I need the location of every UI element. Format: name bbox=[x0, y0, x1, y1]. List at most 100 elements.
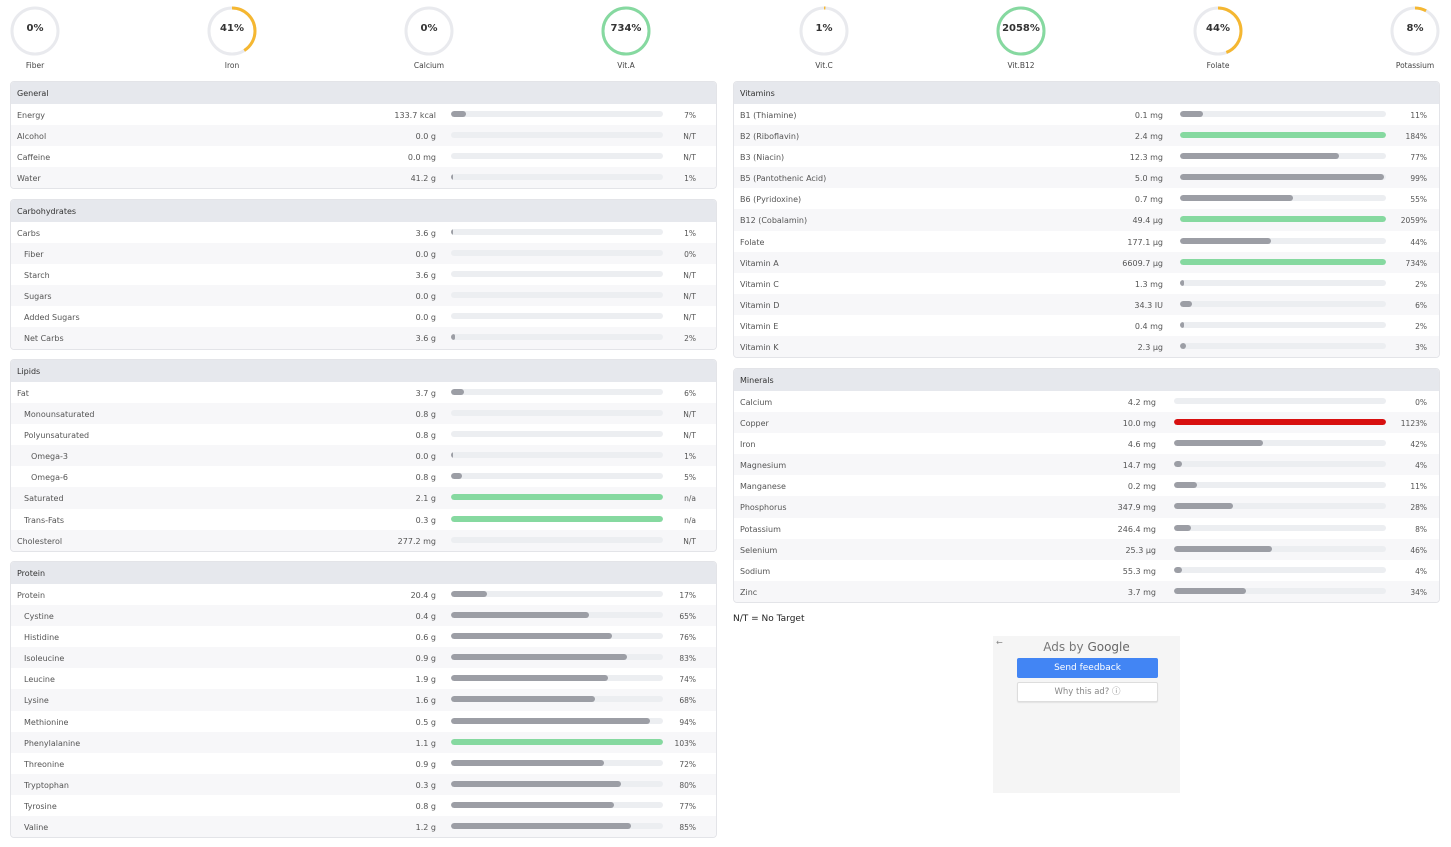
nutrient-row[interactable]: Caffeine 0.0 mg N/T bbox=[11, 146, 716, 167]
nutrient-row[interactable]: Phosphorus 347.9 mg 28% bbox=[734, 496, 1439, 518]
nutrient-row[interactable]: Added Sugars 0.0 g N/T bbox=[11, 306, 716, 327]
nutrient-row[interactable]: Monounsaturated 0.8 g N/T bbox=[11, 403, 716, 425]
nutrient-row[interactable]: Copper 10.0 mg 1123% bbox=[734, 412, 1439, 434]
nutrient-amount: 0.9 g bbox=[415, 759, 436, 769]
progress-bar bbox=[451, 132, 663, 139]
nutrient-row[interactable]: Energy 133.7 kcal 7% bbox=[11, 104, 716, 125]
nutrient-row[interactable]: Trans-Fats 0.3 g n/a bbox=[11, 509, 716, 530]
nutrient-name: Leucine bbox=[24, 675, 55, 685]
ring-value: 0% bbox=[26, 23, 44, 34]
nutrient-row[interactable]: Iron 4.6 mg 42% bbox=[734, 433, 1439, 454]
nutrient-name: Carbs bbox=[17, 229, 41, 238]
progress-bar-fill bbox=[1174, 524, 1191, 531]
progress-bar-fill bbox=[1174, 440, 1264, 447]
nutrient-row[interactable]: B6 (Pyridoxine) 0.7 mg 55% bbox=[734, 188, 1439, 209]
nutrient-name: Net Carbs bbox=[24, 334, 64, 344]
progress-bar-fill bbox=[451, 801, 615, 808]
nutrient-percent: 103% bbox=[674, 738, 696, 748]
nutrient-row[interactable]: Sodium 55.3 mg 4% bbox=[734, 560, 1439, 581]
summary-ring: 1% Vit.C bbox=[794, 5, 854, 73]
nutrient-row[interactable]: B5 (Pantothenic Acid) 5.0 mg 99% bbox=[734, 167, 1439, 189]
nutrient-percent: 1123% bbox=[1400, 419, 1427, 429]
why-this-ad-button[interactable]: Why this ad? ⓘ bbox=[1017, 682, 1158, 702]
nutrient-row[interactable]: Vitamin K 2.3 µg 3% bbox=[734, 336, 1439, 358]
nutrient-row[interactable]: Vitamin D 34.3 IU 6% bbox=[734, 293, 1439, 315]
nutrient-name: Fiber bbox=[24, 250, 44, 260]
nutrient-amount: 0.8 g bbox=[415, 410, 436, 420]
progress-bar-fill bbox=[451, 334, 456, 341]
nutrient-row[interactable]: Fat 3.7 g 6% bbox=[11, 382, 716, 403]
nutrient-row[interactable]: Protein 20.4 g 17% bbox=[11, 584, 716, 605]
nutrient-row[interactable]: Threonine 0.9 g 72% bbox=[11, 753, 716, 774]
nutrient-amount: 20.4 g bbox=[410, 591, 436, 600]
nutrient-row[interactable]: Saturated 2.1 g n/a bbox=[11, 487, 716, 509]
nutrient-row[interactable]: Manganese 0.2 mg 11% bbox=[734, 475, 1439, 496]
nutrient-name: Phosphorus bbox=[740, 503, 787, 513]
ring-value: 1% bbox=[815, 23, 833, 34]
nutrient-row[interactable]: Sugars 0.0 g N/T bbox=[11, 285, 716, 307]
progress-bar bbox=[451, 111, 663, 117]
nutrient-row[interactable]: Calcium 4.2 mg 0% bbox=[734, 391, 1439, 412]
nutrient-row[interactable]: Omega-3 0.0 g 1% bbox=[11, 445, 716, 467]
nutrient-name: Valine bbox=[24, 823, 49, 833]
progress-bar bbox=[451, 271, 663, 278]
nutrient-row[interactable]: Vitamin A 6609.7 µg 734% bbox=[734, 251, 1439, 273]
progress-bar-fill bbox=[451, 823, 632, 830]
nutrient-row[interactable]: Lysine 1.6 g 68% bbox=[11, 689, 716, 711]
progress-bar-fill bbox=[451, 389, 464, 395]
nutrient-row[interactable]: Folate 177.1 µg 44% bbox=[734, 231, 1439, 252]
nutrient-percent: N/T bbox=[683, 153, 696, 163]
nutrient-row[interactable]: Leucine 1.9 g 74% bbox=[11, 668, 716, 689]
summary-ring: 41% Iron bbox=[202, 5, 262, 73]
nutrient-row[interactable]: B1 (Thiamine) 0.1 mg 11% bbox=[734, 104, 1439, 125]
progress-bar-fill bbox=[451, 780, 621, 787]
send-feedback-button[interactable]: Send feedback bbox=[1017, 658, 1158, 678]
nutrient-row[interactable]: Starch 3.6 g N/T bbox=[11, 264, 716, 285]
nutrient-row[interactable]: Cystine 0.4 g 65% bbox=[11, 605, 716, 627]
nutrient-amount: 10.0 mg bbox=[1122, 419, 1156, 429]
nutrient-percent: 7% bbox=[684, 111, 696, 120]
nutrient-row[interactable]: Omega-6 0.8 g 5% bbox=[11, 466, 716, 487]
nutrient-amount: 0.0 mg bbox=[407, 153, 436, 163]
ring-label: Vit.B12 bbox=[1007, 61, 1035, 70]
progress-bar-fill bbox=[1174, 419, 1386, 426]
nutrient-row[interactable]: Alcohol 0.0 g N/T bbox=[11, 125, 716, 147]
progress-bar bbox=[451, 473, 663, 480]
panel-header: Vitamins bbox=[734, 82, 1439, 104]
nutrient-row[interactable]: Cholesterol 277.2 mg N/T bbox=[11, 529, 716, 551]
progress-bar-fill bbox=[1174, 545, 1272, 552]
nutrient-percent: 76% bbox=[679, 633, 696, 643]
nutrient-row[interactable]: Selenium 25.3 µg 46% bbox=[734, 538, 1439, 560]
nutrient-name: B1 (Thiamine) bbox=[740, 111, 797, 120]
nutrient-row[interactable]: Zinc 3.7 mg 34% bbox=[734, 580, 1439, 602]
nutrient-row[interactable]: Tyrosine 0.8 g 77% bbox=[11, 795, 716, 816]
nutrient-percent: 2059% bbox=[1400, 216, 1427, 226]
nutrient-row[interactable]: Potassium 246.4 mg 8% bbox=[734, 518, 1439, 539]
nutrient-row[interactable]: Polyunsaturated 0.8 g N/T bbox=[11, 424, 716, 445]
nutrient-row[interactable]: B12 (Cobalamin) 49.4 µg 2059% bbox=[734, 209, 1439, 231]
nutrient-row[interactable]: Fiber 0.0 g 0% bbox=[11, 243, 716, 265]
summary-ring: 734% Vit.A bbox=[596, 5, 656, 73]
progress-bar bbox=[1180, 216, 1386, 223]
nutrient-row[interactable]: Valine 1.2 g 85% bbox=[11, 816, 716, 838]
nutrient-name: Methionine bbox=[24, 717, 69, 727]
progress-bar-fill bbox=[1174, 503, 1234, 510]
panel-header: Protein bbox=[11, 562, 716, 584]
nutrient-row[interactable]: Water 41.2 g 1% bbox=[11, 167, 716, 189]
nutrient-row[interactable]: Histidine 0.6 g 76% bbox=[11, 626, 716, 647]
nutrient-amount: 2.3 µg bbox=[1137, 343, 1163, 353]
nutrient-row[interactable]: Phenylalanine 1.1 g 103% bbox=[11, 731, 716, 753]
nutrient-row[interactable]: Tryptophan 0.3 g 80% bbox=[11, 773, 716, 795]
nutrient-row[interactable]: Methionine 0.5 g 94% bbox=[11, 711, 716, 732]
nutrient-name: Histidine bbox=[24, 633, 60, 643]
nutrient-row[interactable]: Net Carbs 3.6 g 2% bbox=[11, 327, 716, 349]
nutrient-row[interactable]: Magnesium 14.7 mg 4% bbox=[734, 454, 1439, 476]
nutrient-row[interactable]: Vitamin C 1.3 mg 2% bbox=[734, 273, 1439, 294]
nutrient-row[interactable]: B3 (Niacin) 12.3 mg 77% bbox=[734, 146, 1439, 167]
nutrient-row[interactable]: Carbs 3.6 g 1% bbox=[11, 222, 716, 243]
nutrient-row[interactable]: B2 (Riboflavin) 2.4 mg 184% bbox=[734, 125, 1439, 147]
general-panel: General Energy 133.7 kcal 7% Alcohol 0.0 g N/… bbox=[10, 81, 717, 190]
nutrient-row[interactable]: Isoleucine 0.9 g 83% bbox=[11, 647, 716, 669]
nutrient-row[interactable]: Vitamin E 0.4 mg 2% bbox=[734, 315, 1439, 336]
nutrient-amount: 12.3 mg bbox=[1129, 153, 1163, 163]
